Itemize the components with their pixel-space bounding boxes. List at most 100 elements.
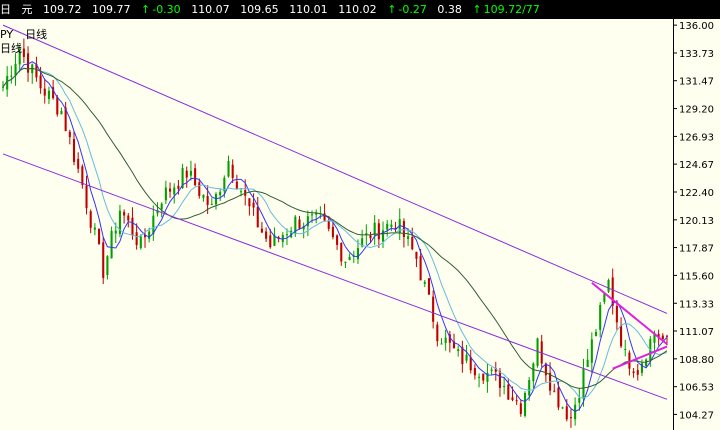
candle-body <box>586 359 589 368</box>
candle-body <box>561 407 564 409</box>
candle-body <box>423 281 426 284</box>
candle-body <box>210 204 213 206</box>
candle-body <box>615 305 618 323</box>
candle-body <box>436 324 439 342</box>
candle-body <box>386 223 389 230</box>
quote-currency: 元 <box>21 3 33 16</box>
candle-body <box>523 392 527 416</box>
candle-body <box>239 191 243 193</box>
candle-body <box>231 164 234 178</box>
candle-body <box>285 234 289 236</box>
candle-body <box>473 368 476 376</box>
candle-body <box>47 90 50 99</box>
candle-body <box>56 96 59 115</box>
candle-body <box>348 256 351 261</box>
candle-body <box>248 198 251 207</box>
candle-body <box>85 185 88 209</box>
plot-background <box>0 19 673 430</box>
candle-body <box>461 347 464 365</box>
candle-body <box>636 370 639 375</box>
candle-body <box>265 231 268 239</box>
up-arrow-icon: ↑ <box>472 3 482 16</box>
y-tick-label: 111.07 <box>679 327 714 338</box>
y-axis: 136.00 133.73 131.47 129.20 126.93 124.67 122.… <box>673 21 714 421</box>
candle-body <box>569 417 572 419</box>
candle-body <box>198 182 201 196</box>
candle-body <box>227 161 230 177</box>
candle-body <box>599 305 602 330</box>
chart-area[interactable]: 136.00 133.73 131.47 129.20 126.93 124.67 122.… <box>0 19 720 430</box>
quote-ratio: 0.38 <box>437 3 462 16</box>
candle-body <box>22 48 25 57</box>
candle-body <box>164 187 167 201</box>
quote-high: 110.07 <box>191 3 230 16</box>
candle-body <box>411 236 414 250</box>
candle-body <box>310 214 314 216</box>
candle-body <box>478 376 481 378</box>
candle-body <box>189 170 192 176</box>
chart-window: 日 元 109.72 109.77 ↑ -0.30 110.07 109.65 1… <box>0 0 720 430</box>
candle-body <box>373 222 376 236</box>
quote-v2: 110.02 <box>338 3 377 16</box>
candle-body <box>340 243 343 262</box>
candle-body <box>114 230 117 234</box>
symbol-period: 日线 <box>25 28 48 41</box>
candle-body <box>131 217 134 236</box>
candle-body <box>102 242 105 278</box>
candle-body <box>390 224 393 227</box>
candle-body <box>369 235 372 239</box>
candle-body <box>624 348 627 350</box>
quote-change2: -0.27 <box>398 3 427 16</box>
candle-body <box>427 278 431 295</box>
period-sublabel: 日线 <box>0 42 22 55</box>
candle-body <box>81 166 84 185</box>
y-tick-label: 120.13 <box>679 216 714 227</box>
candle-body <box>507 384 510 400</box>
candle-body <box>219 191 222 196</box>
candle-body <box>27 53 30 73</box>
candle-body <box>139 236 142 249</box>
candle-body <box>603 293 606 302</box>
candle-body <box>645 359 648 367</box>
candle-body <box>43 88 46 96</box>
candle-body <box>344 261 347 264</box>
candle-body <box>465 354 468 361</box>
candle-body <box>235 181 238 189</box>
candle-body <box>269 235 272 248</box>
candle-body <box>665 335 669 337</box>
candle-body <box>469 357 472 371</box>
y-tick-label: 126.93 <box>679 132 714 143</box>
candle-body <box>582 368 585 399</box>
up-arrow-icon: ↑ <box>387 3 397 16</box>
candle-body <box>135 232 138 246</box>
candle-body <box>77 158 80 169</box>
candle-body <box>511 397 514 400</box>
candle-body <box>123 211 126 216</box>
quote-bar: 日 元 109.72 109.77 ↑ -0.30 110.07 109.65 1… <box>0 0 720 19</box>
candle-body <box>594 331 598 336</box>
candle-body <box>10 75 13 77</box>
candle-body <box>260 228 263 233</box>
y-tick-label: 104.27 <box>679 410 714 421</box>
y-tick-label: 131.47 <box>679 77 714 88</box>
quote-period: 日 <box>0 3 11 16</box>
candle-body <box>298 219 301 229</box>
candle-body <box>532 363 535 382</box>
quote-change: -0.30 <box>152 3 181 16</box>
y-tick-label: 122.40 <box>679 188 714 199</box>
candle-body <box>578 397 581 403</box>
candle-body <box>377 223 380 240</box>
candle-body <box>327 220 330 229</box>
y-tick-label: 106.53 <box>679 383 714 394</box>
candle-body <box>402 221 405 238</box>
candle-body <box>515 400 518 402</box>
candle-body <box>490 369 493 371</box>
candle-body <box>1 86 5 88</box>
candle-body <box>177 185 180 189</box>
quote-close: 109.77 <box>92 3 131 16</box>
candle-body <box>661 335 664 340</box>
price-chart[interactable]: 136.00 133.73 131.47 129.20 126.93 124.67 122.… <box>0 19 720 430</box>
candle-body <box>607 280 610 292</box>
candle-body <box>206 196 209 205</box>
candle-body <box>336 235 339 245</box>
